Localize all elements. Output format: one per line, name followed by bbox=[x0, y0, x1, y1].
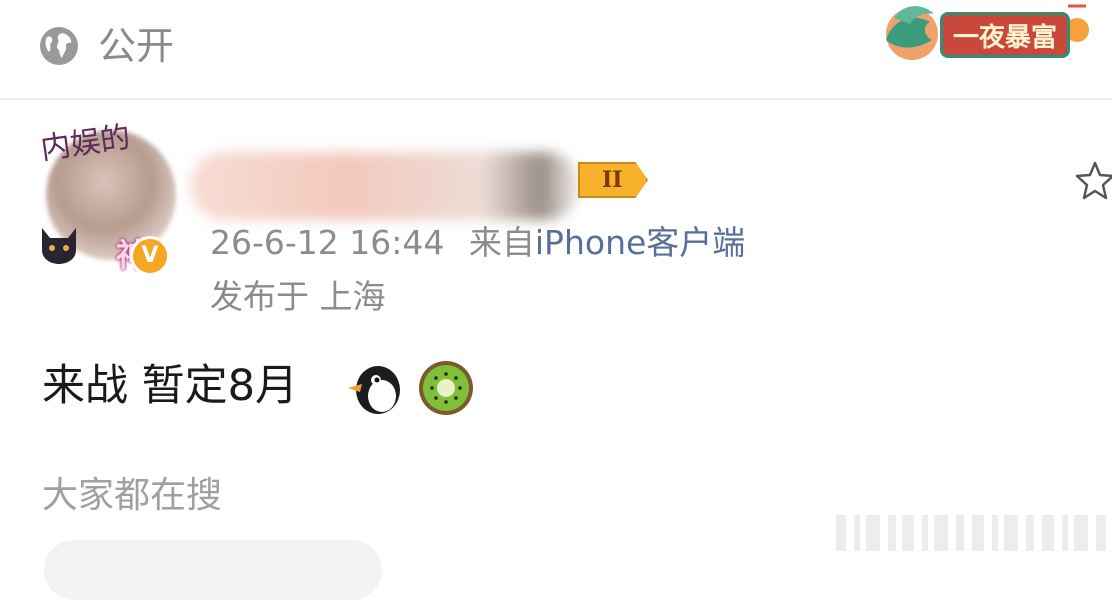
trending-search-item[interactable] bbox=[44, 540, 382, 600]
trending-search-heading: 大家都在搜 bbox=[42, 475, 223, 516]
source-prefix: 来自 bbox=[468, 223, 535, 262]
post-meta: 26-6-12 16:44 来自iPhone客户端 bbox=[210, 222, 745, 264]
visibility-label: 公开 bbox=[98, 24, 175, 68]
black-cat-icon bbox=[42, 228, 76, 264]
username-blurred[interactable] bbox=[190, 152, 580, 220]
level-badge[interactable]: II bbox=[578, 162, 648, 198]
watermark-lines bbox=[836, 515, 1106, 551]
banner-label[interactable]: 一夜暴富 bbox=[940, 12, 1070, 58]
verified-badge: V bbox=[130, 236, 170, 276]
star-icon[interactable] bbox=[1074, 160, 1112, 202]
kiwi-emoji-icon bbox=[419, 361, 473, 415]
post-content: 来战 暂定8月 bbox=[42, 361, 299, 411]
header-divider bbox=[0, 98, 1112, 100]
penguin-emoji-icon bbox=[348, 366, 400, 414]
globe-icon bbox=[40, 27, 78, 65]
post-timestamp: 26-6-12 16:44 bbox=[210, 223, 445, 262]
source-link[interactable]: iPhone客户端 bbox=[535, 223, 745, 262]
post-location: 发布于 上海 bbox=[210, 277, 386, 316]
